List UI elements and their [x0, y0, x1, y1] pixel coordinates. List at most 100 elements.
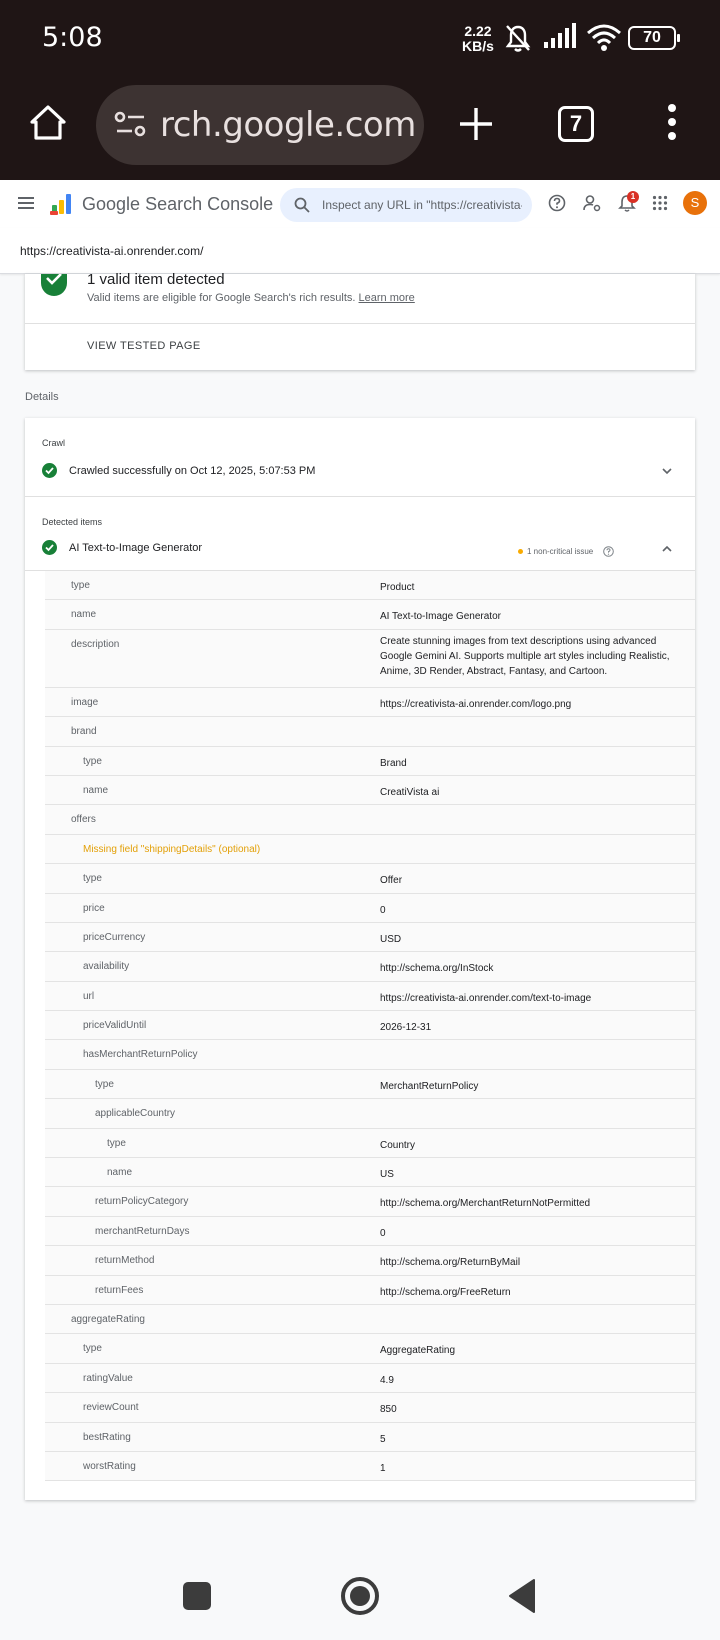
browser-toolbar: rch.google.com 7	[0, 78, 720, 180]
url-inspect-input[interactable]	[322, 194, 522, 216]
success-check-icon	[42, 463, 57, 478]
table-row: offers	[45, 805, 695, 835]
property-key: name	[71, 609, 97, 621]
issue-count-text: 1 non-critical issue	[527, 547, 594, 556]
detected-item-name: AI Text-to-Image Generator	[69, 541, 203, 554]
non-critical-issue-badge: 1 non-critical issue	[518, 546, 615, 557]
property-key: description	[71, 638, 120, 650]
property-value: http://schema.org/InStock	[380, 963, 494, 975]
property-key: hasMerchantReturnPolicy	[83, 1049, 198, 1061]
table-row: merchantReturnDays 0	[45, 1217, 695, 1247]
table-row: image https://creativista-ai.onrender.com…	[45, 688, 695, 718]
warning-dot-icon	[518, 549, 523, 554]
property-value: USD	[380, 933, 402, 945]
property-key: brand	[71, 726, 97, 738]
property-value: CreatiVista ai	[380, 786, 440, 798]
property-key: reviewCount	[83, 1402, 139, 1414]
status-time: 5:08	[42, 22, 103, 53]
tab-switcher-button[interactable]: 7	[558, 106, 594, 142]
property-key: returnPolicyCategory	[95, 1196, 189, 1208]
battery-indicator: 70	[628, 26, 680, 50]
learn-more-link[interactable]: Learn more	[359, 292, 415, 304]
user-settings-icon[interactable]	[583, 194, 601, 212]
property-bar: https://creativista-ai.onrender.com/	[0, 228, 720, 274]
valid-items-description: Valid items are eligible for Google Sear…	[87, 292, 356, 304]
property-value: 4.9	[380, 1374, 394, 1386]
property-url[interactable]: https://creativista-ai.onrender.com/	[20, 244, 203, 258]
table-row: worstRating 1	[45, 1452, 695, 1482]
property-key: returnFees	[95, 1284, 144, 1296]
detected-items-label: Detected items	[42, 517, 103, 527]
network-speed-value: 2.22	[464, 23, 492, 39]
crawl-status-row[interactable]: Crawled successfully on Oct 12, 2025, 5:…	[42, 463, 315, 478]
property-key: type	[83, 755, 102, 767]
menu-icon[interactable]	[18, 196, 34, 210]
divider	[25, 323, 695, 324]
address-bar[interactable]: rch.google.com	[96, 85, 424, 165]
table-row: brand	[45, 717, 695, 747]
more-options-icon[interactable]	[660, 102, 684, 142]
property-key: merchantReturnDays	[95, 1225, 190, 1237]
app-header: Google Search Console	[0, 180, 720, 228]
view-tested-page-button[interactable]: VIEW TESTED PAGE	[87, 340, 201, 352]
property-key: priceValidUntil	[83, 1020, 147, 1032]
property-value: Create stunning images from text descrip…	[380, 635, 670, 677]
url-inspect-search[interactable]	[280, 188, 532, 222]
table-row: priceValidUntil 2026-12-31	[45, 1011, 695, 1041]
app-title-product: Search Console	[145, 194, 274, 214]
property-key: worstRating	[83, 1460, 136, 1472]
network-speed: 2.22 KB/s	[462, 24, 494, 54]
table-row: aggregateRating	[45, 1305, 695, 1335]
property-value: MerchantReturnPolicy	[380, 1080, 479, 1092]
table-row: type Product	[45, 571, 695, 601]
crawl-section-label: Crawl	[42, 438, 66, 448]
property-key: availability	[83, 961, 130, 973]
success-check-icon	[42, 540, 57, 555]
recent-apps-icon[interactable]	[182, 1581, 212, 1611]
address-bar-url: rch.google.com	[160, 105, 416, 145]
new-tab-icon[interactable]	[456, 104, 496, 144]
property-key: ratingValue	[83, 1372, 133, 1384]
property-value: Product	[380, 582, 415, 593]
property-key: name	[107, 1167, 133, 1179]
home-icon[interactable]	[28, 102, 68, 142]
wifi-icon	[587, 24, 621, 51]
table-row: type Brand	[45, 747, 695, 776]
site-settings-icon[interactable]	[114, 109, 148, 141]
valid-items-title: 1 valid item detected	[87, 271, 225, 288]
property-key: name	[83, 784, 109, 796]
status-bar: 5:08 2.22 KB/s 70	[0, 0, 720, 78]
detected-item-row[interactable]: AI Text-to-Image Generator	[42, 540, 202, 555]
table-row: bestRating 5	[45, 1423, 695, 1452]
system-nav-bar	[0, 1560, 720, 1640]
table-row: returnMethod http://schema.org/ReturnByMa…	[45, 1246, 695, 1276]
search-console-logo-icon	[50, 194, 71, 215]
back-icon[interactable]	[506, 1578, 538, 1614]
summary-card: 1 valid item detected Valid items are el…	[25, 271, 695, 370]
notification-count-badge: 1	[627, 191, 639, 203]
valid-check-icon	[41, 274, 67, 296]
apps-grid-icon[interactable]	[652, 195, 668, 211]
chevron-up-icon[interactable]	[662, 545, 672, 552]
app-title-brand: Google	[82, 194, 141, 214]
app-title: Google Search Console	[82, 194, 273, 215]
home-nav-icon[interactable]	[340, 1576, 380, 1616]
valid-items-subtitle: Valid items are eligible for Google Sear…	[87, 292, 415, 304]
property-key: aggregateRating	[71, 1313, 145, 1325]
help-icon[interactable]	[548, 194, 566, 212]
table-row: type Country	[45, 1129, 695, 1159]
chevron-down-icon[interactable]	[662, 468, 672, 475]
property-value: AggregateRating	[380, 1345, 456, 1357]
table-row: type MerchantReturnPolicy	[45, 1070, 695, 1100]
signal-icon	[544, 23, 576, 48]
property-value: http://schema.org/ReturnByMail	[380, 1257, 521, 1269]
table-row: name CreatiVista ai	[45, 776, 695, 806]
avatar[interactable]: S	[683, 191, 707, 215]
property-key: type	[107, 1137, 126, 1149]
property-key: price	[83, 902, 105, 914]
divider	[25, 496, 695, 497]
property-key: bestRating	[83, 1431, 131, 1443]
bell-muted-icon	[505, 25, 531, 52]
property-value: 5	[380, 1433, 386, 1445]
help-icon[interactable]	[603, 546, 615, 557]
